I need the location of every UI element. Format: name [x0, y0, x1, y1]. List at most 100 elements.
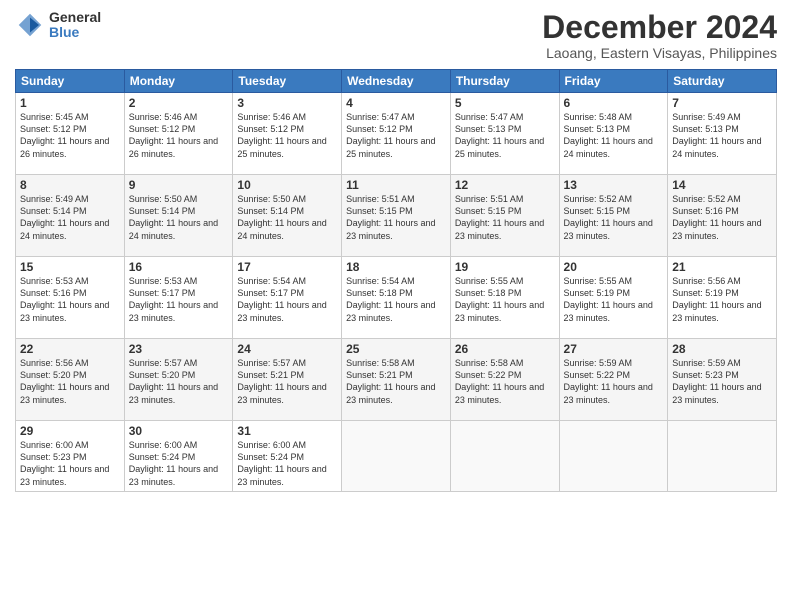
calendar-week-5: 29Sunrise: 6:00 AMSunset: 5:23 PMDayligh…: [16, 421, 777, 492]
calendar-cell: 6Sunrise: 5:48 AMSunset: 5:13 PMDaylight…: [559, 93, 668, 175]
day-number: 1: [20, 96, 120, 110]
logo-icon: [15, 10, 45, 40]
calendar-cell: 17Sunrise: 5:54 AMSunset: 5:17 PMDayligh…: [233, 257, 342, 339]
day-number: 25: [346, 342, 446, 356]
day-info: Sunrise: 5:47 AMSunset: 5:12 PMDaylight:…: [346, 111, 446, 160]
day-header-monday: Monday: [124, 70, 233, 93]
day-info: Sunrise: 6:00 AMSunset: 5:24 PMDaylight:…: [237, 439, 337, 488]
calendar-cell: [668, 421, 777, 492]
day-info: Sunrise: 5:52 AMSunset: 5:15 PMDaylight:…: [564, 193, 664, 242]
day-header-thursday: Thursday: [450, 70, 559, 93]
title-block: December 2024 Laoang, Eastern Visayas, P…: [542, 10, 777, 61]
calendar-cell: 18Sunrise: 5:54 AMSunset: 5:18 PMDayligh…: [342, 257, 451, 339]
calendar-week-4: 22Sunrise: 5:56 AMSunset: 5:20 PMDayligh…: [16, 339, 777, 421]
calendar-cell: 30Sunrise: 6:00 AMSunset: 5:24 PMDayligh…: [124, 421, 233, 492]
day-info: Sunrise: 5:51 AMSunset: 5:15 PMDaylight:…: [346, 193, 446, 242]
day-info: Sunrise: 5:50 AMSunset: 5:14 PMDaylight:…: [237, 193, 337, 242]
day-info: Sunrise: 5:51 AMSunset: 5:15 PMDaylight:…: [455, 193, 555, 242]
calendar-cell: 12Sunrise: 5:51 AMSunset: 5:15 PMDayligh…: [450, 175, 559, 257]
header: General Blue December 2024 Laoang, Easte…: [15, 10, 777, 61]
day-number: 26: [455, 342, 555, 356]
day-info: Sunrise: 5:52 AMSunset: 5:16 PMDaylight:…: [672, 193, 772, 242]
day-header-saturday: Saturday: [668, 70, 777, 93]
day-number: 29: [20, 424, 120, 438]
day-number: 8: [20, 178, 120, 192]
day-info: Sunrise: 5:48 AMSunset: 5:13 PMDaylight:…: [564, 111, 664, 160]
calendar-cell: 23Sunrise: 5:57 AMSunset: 5:20 PMDayligh…: [124, 339, 233, 421]
calendar-week-2: 8Sunrise: 5:49 AMSunset: 5:14 PMDaylight…: [16, 175, 777, 257]
day-info: Sunrise: 5:49 AMSunset: 5:13 PMDaylight:…: [672, 111, 772, 160]
day-header-tuesday: Tuesday: [233, 70, 342, 93]
day-info: Sunrise: 5:56 AMSunset: 5:20 PMDaylight:…: [20, 357, 120, 406]
logo: General Blue: [15, 10, 101, 41]
day-info: Sunrise: 5:59 AMSunset: 5:22 PMDaylight:…: [564, 357, 664, 406]
calendar-cell: [559, 421, 668, 492]
day-header-friday: Friday: [559, 70, 668, 93]
calendar-cell: 2Sunrise: 5:46 AMSunset: 5:12 PMDaylight…: [124, 93, 233, 175]
day-number: 4: [346, 96, 446, 110]
calendar-cell: 19Sunrise: 5:55 AMSunset: 5:18 PMDayligh…: [450, 257, 559, 339]
day-number: 9: [129, 178, 229, 192]
day-info: Sunrise: 5:46 AMSunset: 5:12 PMDaylight:…: [129, 111, 229, 160]
day-info: Sunrise: 5:53 AMSunset: 5:16 PMDaylight:…: [20, 275, 120, 324]
calendar-cell: 13Sunrise: 5:52 AMSunset: 5:15 PMDayligh…: [559, 175, 668, 257]
day-info: Sunrise: 5:47 AMSunset: 5:13 PMDaylight:…: [455, 111, 555, 160]
calendar-cell: 20Sunrise: 5:55 AMSunset: 5:19 PMDayligh…: [559, 257, 668, 339]
day-number: 24: [237, 342, 337, 356]
calendar-cell: [342, 421, 451, 492]
day-info: Sunrise: 5:58 AMSunset: 5:21 PMDaylight:…: [346, 357, 446, 406]
calendar-week-1: 1Sunrise: 5:45 AMSunset: 5:12 PMDaylight…: [16, 93, 777, 175]
day-info: Sunrise: 5:54 AMSunset: 5:17 PMDaylight:…: [237, 275, 337, 324]
day-number: 22: [20, 342, 120, 356]
day-number: 13: [564, 178, 664, 192]
day-info: Sunrise: 5:53 AMSunset: 5:17 PMDaylight:…: [129, 275, 229, 324]
day-header-wednesday: Wednesday: [342, 70, 451, 93]
logo-general: General: [49, 10, 101, 25]
day-info: Sunrise: 5:49 AMSunset: 5:14 PMDaylight:…: [20, 193, 120, 242]
day-number: 28: [672, 342, 772, 356]
calendar-cell: 7Sunrise: 5:49 AMSunset: 5:13 PMDaylight…: [668, 93, 777, 175]
page: General Blue December 2024 Laoang, Easte…: [0, 0, 792, 612]
calendar-cell: 3Sunrise: 5:46 AMSunset: 5:12 PMDaylight…: [233, 93, 342, 175]
day-number: 14: [672, 178, 772, 192]
day-info: Sunrise: 5:57 AMSunset: 5:21 PMDaylight:…: [237, 357, 337, 406]
day-number: 31: [237, 424, 337, 438]
day-info: Sunrise: 5:58 AMSunset: 5:22 PMDaylight:…: [455, 357, 555, 406]
calendar-cell: 25Sunrise: 5:58 AMSunset: 5:21 PMDayligh…: [342, 339, 451, 421]
day-info: Sunrise: 5:50 AMSunset: 5:14 PMDaylight:…: [129, 193, 229, 242]
calendar-cell: 16Sunrise: 5:53 AMSunset: 5:17 PMDayligh…: [124, 257, 233, 339]
calendar-cell: 9Sunrise: 5:50 AMSunset: 5:14 PMDaylight…: [124, 175, 233, 257]
day-info: Sunrise: 5:57 AMSunset: 5:20 PMDaylight:…: [129, 357, 229, 406]
calendar-cell: 22Sunrise: 5:56 AMSunset: 5:20 PMDayligh…: [16, 339, 125, 421]
calendar-week-3: 15Sunrise: 5:53 AMSunset: 5:16 PMDayligh…: [16, 257, 777, 339]
day-number: 18: [346, 260, 446, 274]
day-number: 17: [237, 260, 337, 274]
calendar: SundayMondayTuesdayWednesdayThursdayFrid…: [15, 69, 777, 492]
day-header-sunday: Sunday: [16, 70, 125, 93]
day-number: 11: [346, 178, 446, 192]
day-number: 16: [129, 260, 229, 274]
day-number: 10: [237, 178, 337, 192]
day-number: 3: [237, 96, 337, 110]
day-number: 30: [129, 424, 229, 438]
calendar-cell: 28Sunrise: 5:59 AMSunset: 5:23 PMDayligh…: [668, 339, 777, 421]
day-info: Sunrise: 5:59 AMSunset: 5:23 PMDaylight:…: [672, 357, 772, 406]
calendar-cell: 8Sunrise: 5:49 AMSunset: 5:14 PMDaylight…: [16, 175, 125, 257]
calendar-cell: 4Sunrise: 5:47 AMSunset: 5:12 PMDaylight…: [342, 93, 451, 175]
location: Laoang, Eastern Visayas, Philippines: [542, 45, 777, 61]
calendar-header-row: SundayMondayTuesdayWednesdayThursdayFrid…: [16, 70, 777, 93]
calendar-cell: 21Sunrise: 5:56 AMSunset: 5:19 PMDayligh…: [668, 257, 777, 339]
calendar-cell: 1Sunrise: 5:45 AMSunset: 5:12 PMDaylight…: [16, 93, 125, 175]
day-info: Sunrise: 5:45 AMSunset: 5:12 PMDaylight:…: [20, 111, 120, 160]
day-info: Sunrise: 5:54 AMSunset: 5:18 PMDaylight:…: [346, 275, 446, 324]
day-info: Sunrise: 6:00 AMSunset: 5:23 PMDaylight:…: [20, 439, 120, 488]
day-info: Sunrise: 5:55 AMSunset: 5:19 PMDaylight:…: [564, 275, 664, 324]
day-info: Sunrise: 5:55 AMSunset: 5:18 PMDaylight:…: [455, 275, 555, 324]
day-number: 6: [564, 96, 664, 110]
day-number: 21: [672, 260, 772, 274]
day-info: Sunrise: 5:46 AMSunset: 5:12 PMDaylight:…: [237, 111, 337, 160]
calendar-cell: 5Sunrise: 5:47 AMSunset: 5:13 PMDaylight…: [450, 93, 559, 175]
logo-text: General Blue: [49, 10, 101, 41]
day-number: 2: [129, 96, 229, 110]
day-number: 27: [564, 342, 664, 356]
